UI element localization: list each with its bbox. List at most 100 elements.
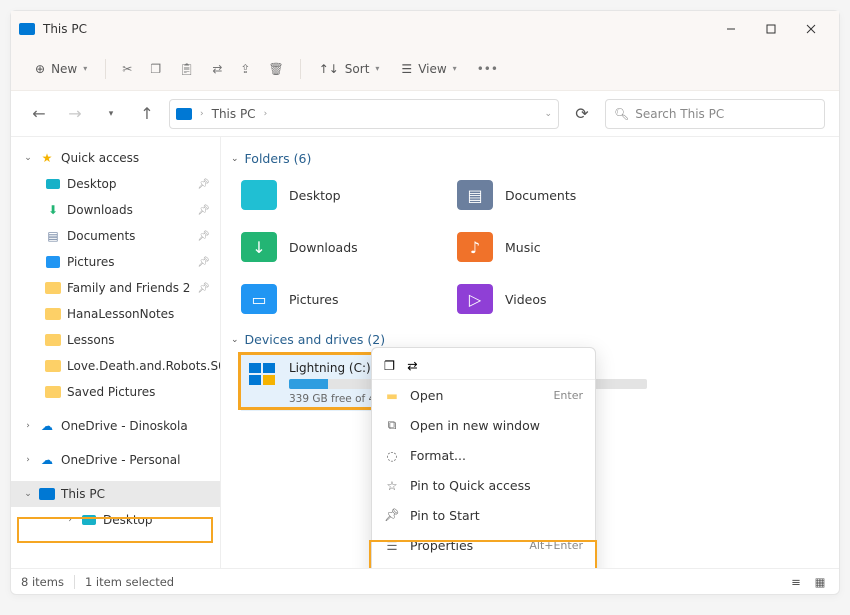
ctx-label: Show more options <box>409 567 519 568</box>
sidebar-item-documents[interactable]: ▤Documents📌︎ <box>11 223 220 249</box>
ctx-label: Pin to Quick access <box>410 478 531 493</box>
group-header-label: Folders (6) <box>245 151 312 166</box>
sidebar-item-folder[interactable]: Love.Death.and.Robots.S03.10 <box>11 353 220 379</box>
sidebar-item-desktop[interactable]: Desktop📌︎ <box>11 171 220 197</box>
collapse-icon[interactable]: ⌄ <box>23 153 33 163</box>
maximize-button[interactable] <box>751 15 791 43</box>
cut-button[interactable]: ✂ <box>114 58 140 80</box>
folder-icon <box>45 360 61 372</box>
copy-button[interactable]: ❐ <box>142 58 169 80</box>
sidebar-item-folder[interactable]: Family and Friends 2📌︎ <box>11 275 220 301</box>
recent-button[interactable]: ▾ <box>97 100 125 128</box>
command-bar: ⊕ New ▾ ✂ ❐ 📋︎ ⇄ ⇪ 🗑︎ ↑↓ Sort ▾ ☰ View ▾… <box>11 47 839 91</box>
more-button[interactable]: ••• <box>469 58 506 80</box>
sidebar-item-folder[interactable]: HanaLessonNotes <box>11 301 220 327</box>
breadcrumb-root[interactable]: This PC <box>212 107 256 121</box>
rename-icon: ⇄ <box>212 62 222 76</box>
ctx-show-more[interactable]: ⎘Show more optionsShift+F10 <box>372 560 595 568</box>
pictures-icon: ▭ <box>241 284 277 314</box>
this-pc-icon <box>19 23 35 35</box>
chevron-down-icon: ▾ <box>83 64 87 73</box>
folder-videos[interactable]: ▷Videos <box>457 278 667 320</box>
sidebar-onedrive-business[interactable]: ›☁OneDrive - Dinoskola <box>11 413 220 439</box>
search-box[interactable]: 🔍︎ Search This PC <box>605 99 825 129</box>
expand-icon[interactable]: › <box>23 455 33 465</box>
collapse-icon[interactable]: ⌄ <box>231 335 239 345</box>
sidebar-item-desktop[interactable]: ›Desktop <box>11 507 220 533</box>
refresh-button[interactable]: ⟳ <box>567 99 597 129</box>
chevron-down-icon[interactable]: ⌄ <box>544 109 552 119</box>
separator <box>105 59 106 79</box>
details-view-button[interactable]: ≡ <box>787 574 805 590</box>
back-button[interactable]: ← <box>25 100 53 128</box>
new-button[interactable]: ⊕ New ▾ <box>25 58 97 80</box>
close-button[interactable] <box>791 15 831 43</box>
content-pane: ⌄ Folders (6) Desktop ▤Documents ↓Downlo… <box>221 137 839 568</box>
sidebar-item-pictures[interactable]: Pictures📌︎ <box>11 249 220 275</box>
forward-button[interactable]: → <box>61 100 89 128</box>
folder-downloads[interactable]: ↓Downloads <box>241 226 451 268</box>
context-menu-top-row: ❐ ⇄ <box>372 352 595 380</box>
star-outline-icon: ☆ <box>384 477 400 493</box>
search-placeholder: Search This PC <box>635 107 724 121</box>
trash-icon: 🗑︎ <box>268 62 283 76</box>
paste-button[interactable]: 📋︎ <box>171 58 202 80</box>
status-bar: 8 items 1 item selected ≡ ▦ <box>11 568 839 594</box>
context-menu: ❐ ⇄ ▬OpenEnter ⧉Open in new window ◌Form… <box>371 347 596 568</box>
sidebar-item-downloads[interactable]: ⬇Downloads📌︎ <box>11 197 220 223</box>
folder-music[interactable]: ♪Music <box>457 226 667 268</box>
pictures-icon <box>46 256 60 268</box>
folder-pictures[interactable]: ▭ Pictures <box>241 278 451 320</box>
separator <box>74 575 75 589</box>
ctx-format[interactable]: ◌Format... <box>372 440 595 470</box>
sidebar-label: Pictures <box>67 255 115 269</box>
sidebar-onedrive-personal[interactable]: ›☁OneDrive - Personal <box>11 447 220 473</box>
delete-button[interactable]: 🗑︎ <box>260 58 291 80</box>
folder-label: Pictures <box>289 292 339 307</box>
folders-grid: Desktop ▤Documents ↓Downloads ♪Music ▭ Pi… <box>241 174 825 320</box>
folder-documents[interactable]: ▤Documents <box>457 174 667 216</box>
folder-desktop[interactable]: Desktop <box>241 174 451 216</box>
rename-button[interactable]: ⇄ <box>204 58 230 80</box>
ctx-label: Open <box>410 388 443 403</box>
rename-icon[interactable]: ⇄ <box>407 358 417 373</box>
ctx-properties[interactable]: ☰PropertiesAlt+Enter <box>372 530 595 560</box>
minimize-button[interactable] <box>711 15 751 43</box>
search-icon: 🔍︎ <box>614 107 629 121</box>
collapse-icon[interactable]: ⌄ <box>231 154 239 164</box>
document-icon: ▤ <box>45 229 61 243</box>
desktop-icon <box>82 515 96 525</box>
sort-label: Sort <box>345 62 370 76</box>
group-header-drives[interactable]: ⌄ Devices and drives (2) <box>231 332 825 347</box>
group-header-folders[interactable]: ⌄ Folders (6) <box>231 151 825 166</box>
view-button[interactable]: ☰ View ▾ <box>391 58 466 80</box>
up-button[interactable]: ↑ <box>133 100 161 128</box>
sidebar-item-folder[interactable]: Saved Pictures <box>11 379 220 405</box>
ellipsis-icon: ••• <box>477 62 498 76</box>
ctx-open[interactable]: ▬OpenEnter <box>372 380 595 410</box>
sidebar-label: This PC <box>61 487 105 501</box>
collapse-icon[interactable]: ⌄ <box>23 489 33 499</box>
sidebar-item-folder[interactable]: Lessons <box>11 327 220 353</box>
folder-label: Music <box>505 240 541 255</box>
expand-icon[interactable]: › <box>65 515 75 525</box>
expand-icon[interactable]: › <box>23 421 33 431</box>
ctx-label: Open in new window <box>410 418 540 433</box>
ctx-shortcut: Enter <box>553 389 583 402</box>
sidebar-label: Desktop <box>67 177 117 191</box>
view-label: View <box>418 62 446 76</box>
ctx-pin-start[interactable]: 📌︎Pin to Start <box>372 500 595 530</box>
drive-used-fill <box>289 379 328 389</box>
sort-button[interactable]: ↑↓ Sort ▾ <box>309 58 390 80</box>
ctx-pin-quick-access[interactable]: ☆ Pin to Quick access <box>372 470 595 500</box>
sidebar-this-pc[interactable]: ⌄ This PC <box>11 481 220 507</box>
address-bar[interactable]: › This PC › ⌄ <box>169 99 559 129</box>
sidebar-quick-access[interactable]: ⌄ ★ Quick access <box>11 145 220 171</box>
sort-icon: ↑↓ <box>319 62 339 76</box>
folder-icon <box>45 334 61 346</box>
thumbnails-view-button[interactable]: ▦ <box>811 574 829 590</box>
copy-icon[interactable]: ❐ <box>384 358 395 373</box>
share-button[interactable]: ⇪ <box>232 58 258 80</box>
ctx-open-new-window[interactable]: ⧉Open in new window <box>372 410 595 440</box>
status-items: 8 items <box>21 575 64 589</box>
